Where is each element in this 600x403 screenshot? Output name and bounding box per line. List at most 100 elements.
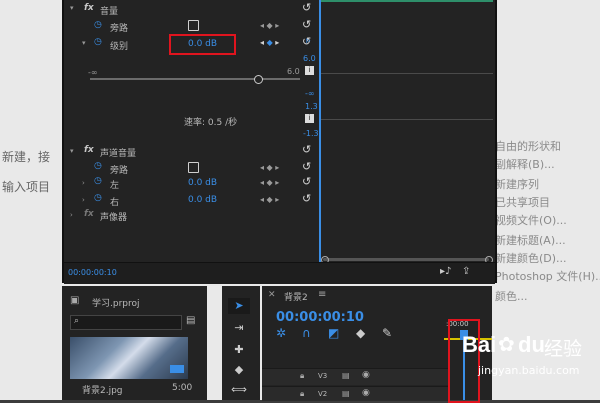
level-label: 级别: [110, 42, 129, 52]
project-name: 学习.prproj: [92, 299, 140, 309]
clip-type-badge: [170, 365, 184, 373]
collapse-chevron-icon[interactable]: ▾: [70, 147, 74, 155]
eye-icon[interactable]: ◉: [362, 388, 370, 398]
track-v3[interactable]: 🔒︎ V3 ▤ ◉: [262, 368, 448, 385]
keyframe-nav[interactable]: ◂ ◆ ▸: [260, 38, 279, 47]
left-channel-label: 左: [110, 181, 120, 191]
stopwatch-icon[interactable]: ◷: [94, 37, 102, 47]
channel-volume-header: 声道音量: [100, 149, 137, 159]
footer-timecode[interactable]: 00:00:00:10: [68, 268, 117, 277]
menu-item: 新建标题(A)...: [495, 234, 566, 247]
slider-max-label: 6.0: [287, 67, 300, 76]
nest-icon[interactable]: ✲: [276, 326, 286, 340]
collapse-chevron-icon[interactable]: ▾: [70, 4, 74, 12]
menu-item: 副解释(B)...: [495, 158, 555, 171]
sync-lock-icon[interactable]: ▤: [342, 389, 350, 398]
timeline-timecode[interactable]: 00:00:00:10: [276, 310, 364, 325]
effect-controls-footer: 00:00:00:10 ▸♪ ⇪: [64, 262, 495, 284]
reset-icon[interactable]: ↺: [302, 192, 311, 205]
track-v2[interactable]: 🔒︎ V2 ▤ ◉: [262, 386, 448, 401]
menu-item: 视频文件(O)...: [495, 214, 567, 227]
paw-icon: ✿: [498, 332, 515, 356]
menu-icon[interactable]: ≡: [318, 289, 326, 300]
watermark-brand: Bai: [462, 332, 497, 357]
menu-item: Photoshop 文件(H)...: [495, 270, 600, 283]
effect-controls-panel: ▾ fx 音量 ↺ ◷ 旁路 ◂ ◆ ▸ ↺ ▾ ◷ 级别 0.0 dB ◂ ◆…: [62, 0, 497, 284]
expand-chevron-icon[interactable]: ›: [82, 179, 85, 187]
reset-icon[interactable]: ↺: [302, 175, 311, 188]
reset-icon[interactable]: ↺: [302, 160, 311, 173]
reset-icon[interactable]: ↺: [302, 143, 311, 156]
track-select-tool-icon[interactable]: ⇥: [228, 320, 250, 336]
reset-icon[interactable]: ↺: [302, 1, 311, 14]
eye-icon[interactable]: ◉: [362, 370, 370, 380]
close-tab-icon[interactable]: ✕: [268, 290, 276, 300]
fx-icon[interactable]: fx: [84, 145, 94, 155]
razor-tool-icon[interactable]: ◆: [228, 362, 250, 378]
fx-icon[interactable]: fx: [84, 3, 94, 13]
graph-label: 1.3: [305, 102, 318, 111]
menu-item: 新建序列: [495, 178, 539, 191]
stopwatch-icon[interactable]: ◷: [94, 20, 102, 30]
export-icon[interactable]: ⇪: [462, 266, 470, 277]
graph-line: [321, 119, 493, 120]
channel-bypass-checkbox[interactable]: [188, 162, 199, 173]
velocity-label: 速率: 0.5 /秒: [184, 118, 238, 128]
menu-item: 已共享项目: [495, 196, 550, 209]
watermark-brand2: du: [518, 332, 545, 357]
search-icon: ⌕: [74, 316, 80, 326]
expand-chevron-icon[interactable]: ›: [70, 211, 73, 219]
fx-icon[interactable]: fx: [84, 209, 94, 219]
keyframe-nav[interactable]: ◂ ◆ ▸: [260, 178, 279, 187]
wrench-icon[interactable]: ✎: [382, 326, 392, 340]
graph-label: 6.0: [303, 54, 316, 63]
sync-lock-icon[interactable]: ▤: [342, 371, 350, 380]
folder-icon: ▣: [70, 295, 80, 306]
right-channel-value[interactable]: 0.0 dB: [188, 195, 217, 205]
expand-chevron-icon[interactable]: ›: [82, 196, 85, 204]
article-text-line1: 新建，接: [2, 150, 51, 164]
level-slider-track[interactable]: [90, 78, 300, 80]
graph-keyframe-icon[interactable]: ▹: [306, 36, 311, 46]
menu-item: 新建颜色(D)...: [495, 252, 567, 265]
panner-label: 声像器: [100, 213, 128, 223]
stopwatch-icon[interactable]: ◷: [94, 161, 102, 171]
keyframe-nav[interactable]: ◂ ◆ ▸: [260, 195, 279, 204]
menu-item: 自由的形状和: [495, 140, 561, 153]
selection-tool-icon[interactable]: ➤: [228, 298, 250, 314]
tools-panel: ➤ ⇥ ✚ ◆ ⟺: [222, 286, 260, 400]
snap-icon[interactable]: ∩: [302, 326, 311, 340]
ripple-edit-tool-icon[interactable]: ✚: [228, 342, 250, 358]
bypass-label: 旁路: [110, 24, 129, 34]
lock-icon[interactable]: 🔒︎: [300, 371, 304, 381]
stopwatch-icon[interactable]: ◷: [94, 193, 102, 203]
clip-name: 背景2.jpg: [82, 386, 123, 396]
linked-selection-icon[interactable]: ◩: [328, 326, 339, 340]
expand-chevron-icon[interactable]: ▾: [82, 39, 86, 47]
keyframe-nav[interactable]: ◂ ◆ ▸: [260, 21, 279, 30]
bypass-checkbox[interactable]: [188, 20, 199, 31]
project-search-input[interactable]: ⌕: [70, 315, 182, 330]
keyframe-nav[interactable]: ◂ ◆ ▸: [260, 163, 279, 172]
level-slider-handle[interactable]: [254, 75, 263, 84]
graph-scrollbar[interactable]: [323, 258, 489, 261]
reset-icon[interactable]: ↺: [302, 18, 311, 31]
sequence-tab[interactable]: 背景2: [284, 290, 308, 303]
new-bin-icon[interactable]: ▤: [186, 315, 195, 326]
left-channel-value[interactable]: 0.0 dB: [188, 178, 217, 188]
graph-info-icon[interactable]: i: [305, 66, 314, 75]
channel-bypass-label: 旁路: [110, 166, 129, 176]
marker-icon[interactable]: ◆: [356, 326, 365, 340]
context-menu-text: 自由的形状和 副解释(B)... 新建序列 已共享项目 视频文件(O)... 新…: [493, 136, 600, 306]
graph-info-icon[interactable]: i: [305, 114, 314, 123]
slider-min-label: -∞: [88, 68, 98, 77]
stopwatch-icon[interactable]: ◷: [94, 176, 102, 186]
lock-icon[interactable]: 🔒︎: [300, 389, 304, 399]
track-label: V3: [318, 372, 328, 380]
level-value[interactable]: 0.0 dB: [188, 39, 217, 49]
watermark-jingyan: 经验: [544, 338, 583, 360]
clip-thumbnail[interactable]: [70, 337, 188, 379]
slip-tool-icon[interactable]: ⟺: [228, 382, 250, 398]
play-audio-icon[interactable]: ▸♪: [440, 266, 451, 277]
keyframe-graph-area[interactable]: ▹ 6.0 i -∞ 1.3 i -1.3: [303, 0, 493, 264]
